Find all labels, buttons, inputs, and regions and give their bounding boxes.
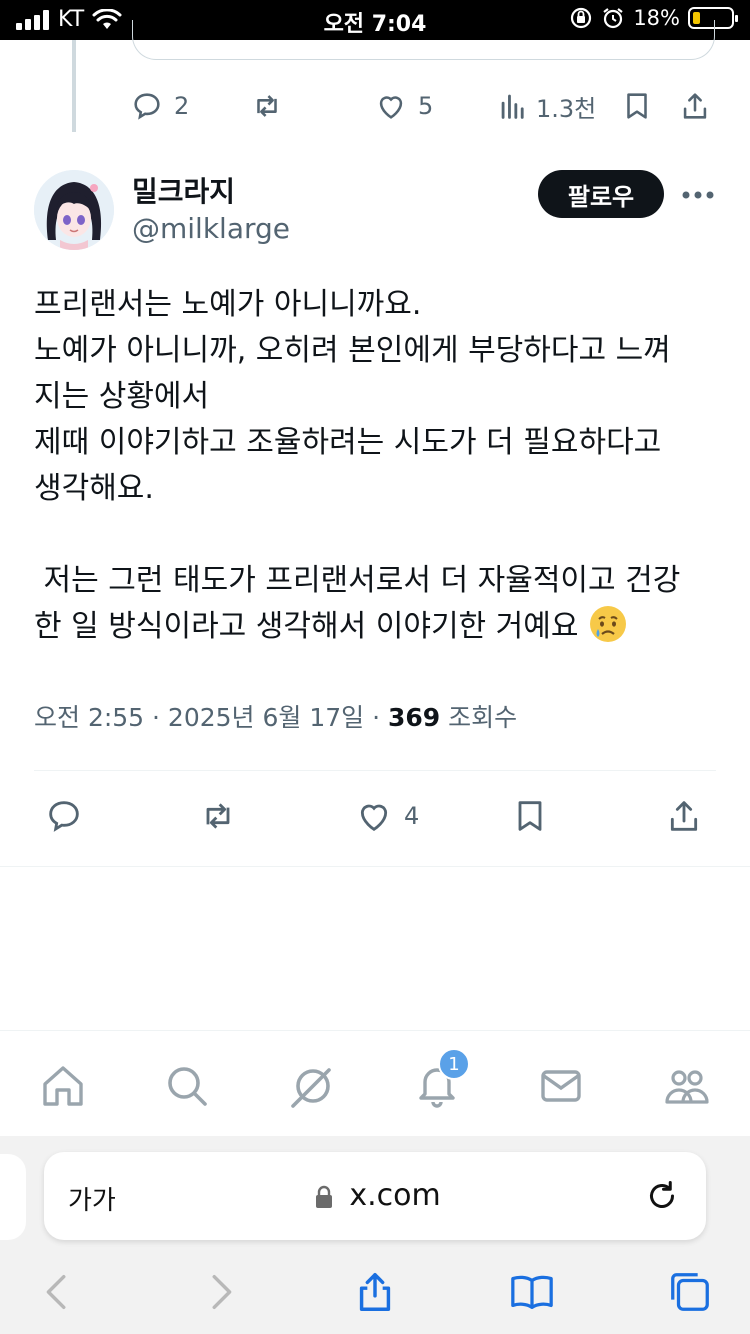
reply-count: 2 bbox=[174, 92, 190, 120]
book-icon bbox=[511, 1275, 553, 1309]
views-label: 조회수 bbox=[440, 703, 518, 732]
tab-search[interactable] bbox=[162, 1061, 212, 1111]
meta-divider bbox=[34, 770, 716, 771]
views-button[interactable]: 1.3천 bbox=[496, 89, 596, 124]
bookmark-button[interactable] bbox=[620, 89, 654, 123]
tweet-line: 저는 그런 태도가 프리랜서로서 더 자율적이고 건강 bbox=[34, 563, 681, 598]
tweet-line: 노예가 아니니까, 오히려 본인에게 부당하다고 느껴 bbox=[34, 333, 671, 368]
tweet-bottom-divider bbox=[0, 866, 750, 867]
bottom-tab-bar bbox=[0, 1030, 750, 1136]
domain-text: x.com bbox=[349, 1178, 441, 1213]
retweet-icon bbox=[206, 803, 230, 829]
tab-messages[interactable] bbox=[536, 1061, 586, 1111]
tweet-line: 제때 이야기하고 조율하려는 시도가 더 필요하다고 bbox=[34, 425, 662, 460]
like-count: 4 bbox=[404, 802, 420, 830]
search-icon bbox=[168, 1067, 207, 1106]
reply-button[interactable]: 2 bbox=[130, 89, 189, 123]
retweet-button[interactable] bbox=[198, 796, 238, 836]
chevron-left-icon bbox=[46, 1274, 66, 1310]
screen: KT 오전 7:04 18% 2 5 1.3천 밀크라지 @milklarge … bbox=[0, 0, 750, 1334]
safari-toolbar bbox=[0, 1264, 750, 1324]
forward-button[interactable] bbox=[196, 1268, 244, 1316]
tweet-meta: 오전 2:55 · 2025년 6월 17일 · 369 조회수 bbox=[34, 698, 517, 734]
share-icon bbox=[683, 93, 707, 119]
tabs-button[interactable] bbox=[666, 1268, 714, 1316]
reply-icon bbox=[49, 801, 79, 832]
safari-share-button[interactable] bbox=[351, 1268, 399, 1316]
avatar-illustration bbox=[34, 170, 114, 250]
like-count: 5 bbox=[418, 92, 434, 120]
previous-tab-stub[interactable] bbox=[0, 1154, 26, 1240]
tweet-line-last: 한 일 방식이라고 생각해서 이야기한 거예요 bbox=[34, 604, 724, 650]
views-chart-icon bbox=[501, 94, 524, 119]
tweet-line bbox=[34, 512, 724, 558]
author-name[interactable]: 밀크라지 bbox=[132, 170, 235, 210]
tweet-line: 프리랜서는 노예가 아니니까요. bbox=[34, 287, 422, 322]
retweet-button[interactable] bbox=[250, 89, 284, 123]
reply-button[interactable] bbox=[44, 796, 84, 836]
follow-button[interactable]: 팔로우 bbox=[538, 170, 664, 218]
views-number: 369 bbox=[388, 703, 441, 732]
tab-home[interactable] bbox=[38, 1061, 88, 1111]
avatar[interactable] bbox=[34, 170, 114, 250]
share-button[interactable] bbox=[664, 796, 704, 836]
tweet-timestamp[interactable]: 오전 2:55 · 2025년 6월 17일 · bbox=[34, 703, 388, 732]
retweet-icon bbox=[257, 95, 277, 117]
previous-tweet-actions: 2 5 1.3천 bbox=[130, 86, 720, 126]
heart-icon bbox=[379, 96, 403, 119]
tweet-text: 프리랜서는 노예가 아니니까요. 노예가 아니니까, 오히려 본인에게 부당하다… bbox=[34, 282, 724, 650]
communities-icon bbox=[665, 1070, 709, 1104]
address-bar[interactable]: 가가 x.com bbox=[44, 1152, 706, 1240]
reply-icon bbox=[134, 93, 160, 120]
tweet-line: 지는 상황에서 bbox=[34, 379, 210, 414]
url-domain: x.com bbox=[44, 1178, 706, 1213]
bookmarks-button[interactable] bbox=[508, 1268, 556, 1316]
heart-icon bbox=[360, 804, 388, 832]
messages-envelope-icon bbox=[541, 1070, 581, 1102]
safari-bottom-bar: 가가 x.com bbox=[0, 1136, 750, 1334]
chevron-right-icon bbox=[212, 1274, 232, 1310]
share-icon bbox=[670, 801, 698, 831]
more-options-button[interactable] bbox=[676, 175, 720, 215]
tweet-actions: 4 bbox=[34, 796, 716, 844]
more-dots-icon bbox=[682, 191, 714, 199]
bookmark-icon bbox=[518, 801, 542, 831]
tweet-line-text: 한 일 방식이라고 생각해서 이야기한 거예요 bbox=[34, 609, 579, 644]
share-button[interactable] bbox=[678, 89, 712, 123]
home-icon bbox=[43, 1066, 83, 1106]
tab-grok[interactable] bbox=[288, 1061, 338, 1111]
tabs-icon bbox=[671, 1273, 709, 1311]
grok-icon bbox=[291, 1068, 331, 1108]
thread-line bbox=[72, 40, 76, 132]
reload-icon[interactable] bbox=[644, 1178, 680, 1214]
share-icon bbox=[359, 1273, 391, 1311]
views-count: 1.3천 bbox=[536, 94, 597, 123]
crying-face-emoji-icon bbox=[590, 606, 627, 642]
quoted-card-remnant[interactable] bbox=[132, 20, 715, 60]
tweet-line: 생각해요. bbox=[34, 471, 154, 506]
bookmark-button[interactable] bbox=[510, 796, 550, 836]
like-button[interactable]: 4 bbox=[354, 796, 419, 836]
tab-communities[interactable] bbox=[662, 1061, 712, 1111]
notification-badge: 1 bbox=[438, 1048, 470, 1080]
bookmark-icon bbox=[627, 93, 647, 119]
author-handle[interactable]: @milklarge bbox=[132, 212, 290, 245]
like-button[interactable]: 5 bbox=[374, 89, 433, 123]
back-button[interactable] bbox=[34, 1268, 82, 1316]
